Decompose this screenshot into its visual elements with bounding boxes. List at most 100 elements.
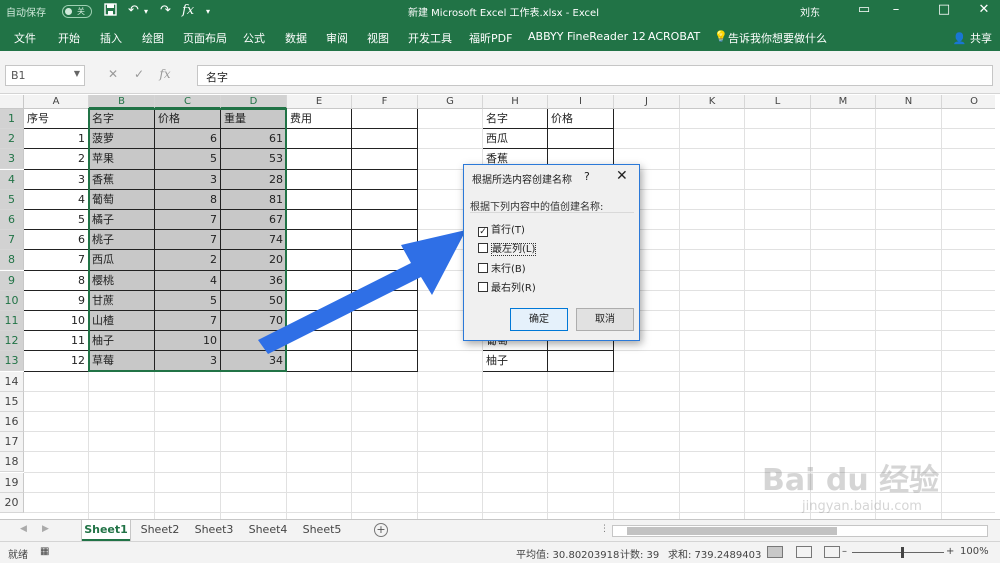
cell-a9[interactable]: 8 bbox=[24, 270, 89, 291]
cell-a6[interactable]: 5 bbox=[24, 210, 89, 231]
chevron-down-icon[interactable]: ▼ bbox=[74, 69, 80, 78]
cell-f9[interactable] bbox=[352, 270, 418, 291]
next-sheet-icon[interactable]: ▶ bbox=[42, 524, 49, 534]
option-bottom-row[interactable]: 末行(B) bbox=[478, 260, 526, 275]
row-header-4[interactable]: 4 bbox=[0, 169, 24, 190]
row-header-13[interactable]: 13 bbox=[0, 351, 24, 372]
tell-me-search[interactable]: 告诉我你想要做什么 bbox=[728, 30, 827, 46]
column-header-g[interactable]: G bbox=[418, 95, 483, 109]
cell-f10[interactable] bbox=[352, 290, 418, 311]
cell-a10[interactable]: 9 bbox=[24, 290, 89, 311]
autosave-toggle[interactable]: 关 bbox=[62, 5, 92, 18]
user-name[interactable]: 刘东 bbox=[800, 4, 820, 19]
tab-insert[interactable]: 插入 bbox=[100, 30, 122, 46]
cell-e13[interactable] bbox=[287, 351, 352, 372]
column-header-k[interactable]: K bbox=[680, 95, 745, 109]
name-box[interactable]: B1 ▼ bbox=[5, 65, 85, 86]
row-header-15[interactable]: 15 bbox=[0, 391, 24, 412]
tab-home[interactable]: 开始 bbox=[58, 30, 80, 46]
save-icon[interactable] bbox=[104, 3, 117, 20]
ribbon-display-icon[interactable]: ▭ bbox=[856, 2, 872, 17]
cancel-button[interactable]: 取消 bbox=[576, 308, 634, 331]
tab-acrobat[interactable]: ACROBAT bbox=[648, 30, 700, 43]
row-header-11[interactable]: 11 bbox=[0, 311, 24, 331]
row-header-8[interactable]: 8 bbox=[0, 250, 24, 271]
cell-f5[interactable] bbox=[352, 189, 418, 210]
cell-e12[interactable] bbox=[287, 331, 352, 352]
undo-dropdown-icon[interactable]: ▾ bbox=[144, 7, 148, 16]
tab-page-layout[interactable]: 页面布局 bbox=[183, 30, 227, 46]
row-header-2[interactable]: 2 bbox=[0, 129, 24, 150]
column-header-e[interactable]: E bbox=[287, 95, 352, 109]
cell-e4[interactable] bbox=[287, 169, 352, 190]
cell-a8[interactable]: 7 bbox=[24, 250, 89, 271]
cell-i13[interactable] bbox=[548, 351, 614, 372]
cell-a1[interactable]: 序号 bbox=[24, 109, 89, 130]
close-window-icon[interactable]: ✕ bbox=[976, 2, 992, 17]
cell-a4[interactable]: 3 bbox=[24, 169, 89, 190]
undo-icon[interactable]: ↶ bbox=[128, 3, 139, 18]
row-header-3[interactable]: 3 bbox=[0, 149, 24, 170]
cell-f6[interactable] bbox=[352, 210, 418, 231]
zoom-slider[interactable] bbox=[852, 552, 944, 553]
cell-i1[interactable]: 价格 bbox=[548, 109, 614, 130]
minimize-icon[interactable]: – bbox=[888, 2, 904, 17]
help-icon[interactable]: ? bbox=[584, 170, 590, 183]
cell-e10[interactable] bbox=[287, 290, 352, 311]
tab-foxit-pdf[interactable]: 福昕PDF bbox=[469, 30, 512, 46]
sheet-tab-1[interactable]: Sheet1 bbox=[82, 520, 130, 541]
option-right-column[interactable]: 最右列(R) bbox=[478, 279, 536, 294]
page-layout-view-icon[interactable] bbox=[796, 546, 812, 558]
checkbox-checked-icon[interactable]: ✓ bbox=[478, 227, 488, 237]
cell-a12[interactable]: 11 bbox=[24, 331, 89, 352]
cell-a5[interactable]: 4 bbox=[24, 189, 89, 210]
option-left-column[interactable]: 最左列(L) bbox=[478, 240, 537, 256]
cell-e1[interactable]: 费用 bbox=[287, 109, 352, 130]
row-header-14[interactable]: 14 bbox=[0, 371, 24, 392]
cell-e3[interactable] bbox=[287, 149, 352, 170]
prev-sheet-icon[interactable]: ◀ bbox=[20, 524, 27, 534]
cell-i2[interactable] bbox=[548, 129, 614, 150]
tab-abbyy[interactable]: ABBYY FineReader 12 bbox=[528, 30, 646, 43]
tab-split-icon[interactable]: ⋮ bbox=[600, 524, 609, 534]
cell-e6[interactable] bbox=[287, 210, 352, 231]
formula-input[interactable]: 名字 bbox=[197, 65, 993, 86]
tab-developer[interactable]: 开发工具 bbox=[408, 30, 452, 46]
column-header-i[interactable]: I bbox=[548, 95, 614, 109]
cell-e5[interactable] bbox=[287, 189, 352, 210]
row-header-6[interactable]: 6 bbox=[0, 210, 24, 230]
select-all-corner[interactable] bbox=[0, 95, 24, 109]
column-header-b[interactable]: B bbox=[89, 95, 155, 109]
cell-f1[interactable] bbox=[352, 109, 418, 130]
row-header-9[interactable]: 9 bbox=[0, 270, 24, 291]
cell-e9[interactable] bbox=[287, 270, 352, 291]
sheet-tab-5[interactable]: Sheet5 bbox=[298, 520, 346, 541]
cancel-icon[interactable]: ✕ bbox=[100, 67, 126, 81]
cell-a11[interactable]: 10 bbox=[24, 311, 89, 332]
cell-a13[interactable]: 12 bbox=[24, 351, 89, 372]
cell-f11[interactable] bbox=[352, 311, 418, 332]
maximize-icon[interactable]: □ bbox=[936, 2, 952, 17]
sheet-tab-3[interactable]: Sheet3 bbox=[190, 520, 238, 541]
zoom-out-icon[interactable]: – bbox=[842, 546, 847, 557]
cell-e8[interactable] bbox=[287, 250, 352, 271]
page-break-view-icon[interactable] bbox=[824, 546, 840, 558]
row-header-20[interactable]: 20 bbox=[0, 492, 24, 513]
column-header-h[interactable]: H bbox=[483, 95, 548, 109]
cell-h2[interactable]: 西瓜 bbox=[483, 129, 548, 150]
cell-h1[interactable]: 名字 bbox=[483, 109, 548, 130]
cell-f3[interactable] bbox=[352, 149, 418, 170]
column-header-j[interactable]: J bbox=[614, 95, 680, 109]
column-header-c[interactable]: C bbox=[155, 95, 221, 109]
column-header-n[interactable]: N bbox=[876, 95, 942, 109]
row-header-12[interactable]: 12 bbox=[0, 331, 24, 352]
checkbox-icon[interactable] bbox=[478, 282, 488, 292]
cell-f2[interactable] bbox=[352, 129, 418, 150]
add-sheet-icon[interactable]: + bbox=[374, 523, 388, 537]
cell-a2[interactable]: 1 bbox=[24, 129, 89, 150]
cell-e11[interactable] bbox=[287, 311, 352, 332]
zoom-level[interactable]: 100% bbox=[960, 546, 989, 557]
row-header-16[interactable]: 16 bbox=[0, 412, 24, 432]
close-icon[interactable]: ✕ bbox=[616, 168, 628, 184]
cell-f8[interactable] bbox=[352, 250, 418, 271]
